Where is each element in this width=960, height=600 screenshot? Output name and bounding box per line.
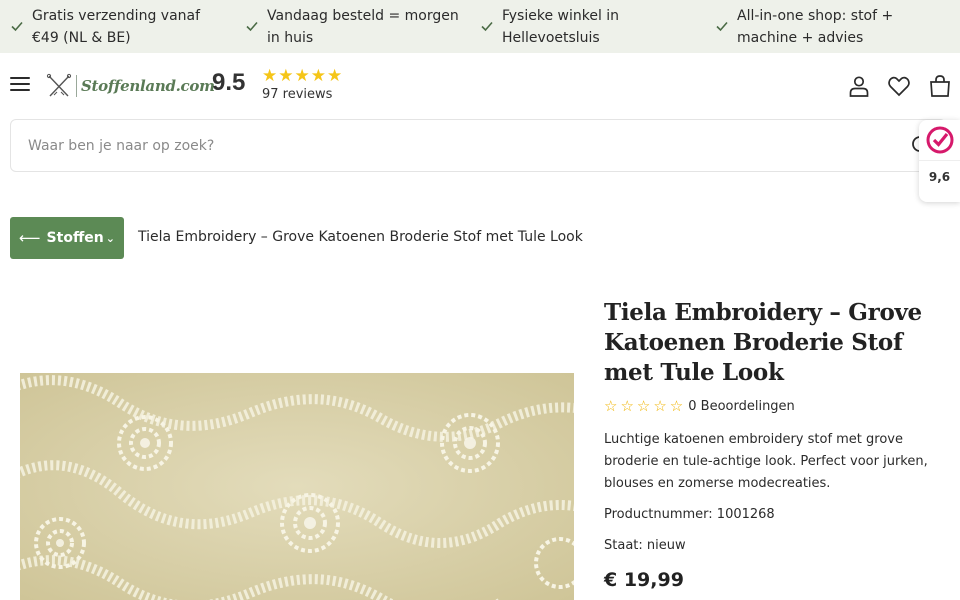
- usp-text: Vandaag besteld = morgen in huis: [267, 8, 459, 46]
- fabric-pattern-image: [20, 373, 574, 600]
- check-icon: [246, 21, 258, 32]
- needle-logo-icon: [46, 73, 72, 97]
- usp-item: All-in-one shop: stof + machine + advies: [705, 0, 940, 53]
- review-stars: ★★★★★: [262, 66, 344, 86]
- logo-divider: [76, 75, 77, 97]
- product-image[interactable]: [20, 373, 574, 600]
- breadcrumb-current: Tiela Embroidery – Grove Katoenen Broder…: [138, 229, 583, 245]
- site-header: Stoffenland.com 9.5 ★★★★★ 97 reviews: [0, 53, 960, 119]
- search-bar: [10, 119, 946, 172]
- search-input[interactable]: [28, 134, 878, 158]
- back-button-label: Stoffen: [46, 230, 104, 246]
- account-icon[interactable]: [847, 74, 871, 98]
- product-title: Tiela Embroidery – Grove Katoenen Broder…: [604, 299, 922, 386]
- product-number: Productnummer: 1001268: [604, 507, 775, 522]
- chevron-down-icon: ⌄: [105, 231, 115, 245]
- arrow-left-icon: ⟵: [19, 229, 41, 247]
- usp-text: Gratis verzending vanaf €49 (NL & BE): [32, 8, 201, 46]
- rating-stars-icon[interactable]: ☆☆☆☆☆: [604, 397, 686, 415]
- usp-item: Fysieke winkel in Hellevoetsluis: [470, 0, 705, 53]
- back-to-category-button[interactable]: ⟵ Stoffen ⌄: [10, 217, 124, 259]
- product-rating[interactable]: ☆☆☆☆☆ 0 Beoordelingen: [604, 397, 795, 415]
- product-description: Luchtige katoenen embroidery stof met gr…: [604, 432, 928, 491]
- product-price: € 19,99: [604, 569, 684, 591]
- usp-text: All-in-one shop: stof + machine + advies: [737, 8, 894, 46]
- site-logo[interactable]: Stoffenland.com: [46, 71, 216, 101]
- check-icon: [11, 21, 23, 32]
- kiyoh-logo-icon: [926, 126, 954, 154]
- menu-icon[interactable]: [10, 77, 30, 93]
- usp-bar: Gratis verzending vanaf €49 (NL & BE) Va…: [0, 0, 960, 53]
- check-icon: [481, 21, 493, 32]
- badge-separator: [919, 160, 960, 161]
- usp-item: Gratis verzending vanaf €49 (NL & BE): [0, 0, 235, 53]
- review-count[interactable]: 97 reviews: [262, 87, 332, 102]
- heart-icon[interactable]: [887, 74, 911, 98]
- product-condition: Staat: nieuw: [604, 538, 686, 553]
- rating-count[interactable]: 0 Beoordelingen: [688, 399, 795, 414]
- shopping-bag-icon[interactable]: [928, 74, 952, 98]
- logo-text: Stoffenland.com: [81, 77, 215, 95]
- trust-badge[interactable]: 9,6: [919, 120, 960, 202]
- usp-item: Vandaag besteld = morgen in huis: [235, 0, 470, 53]
- usp-text: Fysieke winkel in Hellevoetsluis: [502, 8, 620, 46]
- review-score: 9.5: [212, 69, 246, 96]
- check-icon: [716, 21, 728, 32]
- trust-rating: 9,6: [928, 170, 951, 184]
